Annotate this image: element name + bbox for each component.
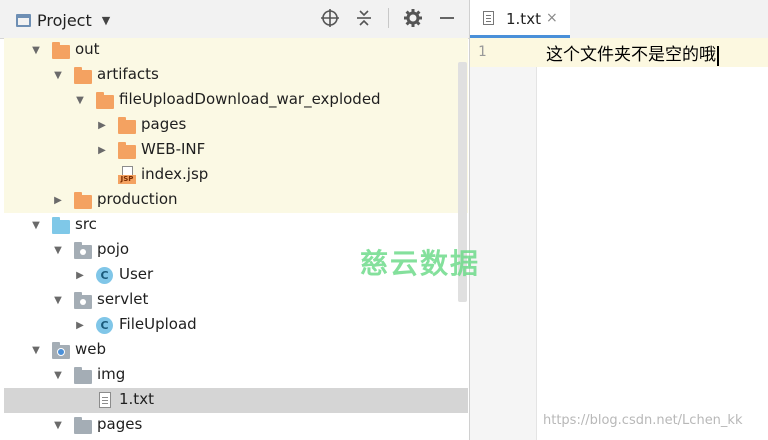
text-file-icon (483, 10, 494, 25)
java-class-icon: C (96, 267, 113, 284)
source-folder-icon (52, 217, 70, 234)
folder-gray-icon (74, 417, 92, 434)
package-icon (74, 242, 92, 259)
tree-row[interactable]: ▼ out (4, 38, 468, 63)
tree-item-label: pages (97, 415, 143, 433)
editor-panel: 1.txt × 1 这个文件夹不是空的哦 (470, 0, 768, 440)
project-view-selector[interactable]: Project ▼ (16, 9, 110, 31)
tree-item-label: servlet (97, 290, 149, 308)
expanded-arrow-icon[interactable]: ▼ (52, 419, 64, 431)
close-tab-icon[interactable]: × (546, 10, 558, 26)
tree-row[interactable]: ▼ web (4, 338, 468, 363)
expanded-arrow-icon[interactable]: ▼ (74, 94, 86, 106)
expanded-arrow-icon[interactable]: ▼ (52, 244, 64, 256)
web-folder-icon (52, 342, 70, 359)
line-text: 这个文件夹不是空的哦 (546, 45, 716, 65)
collapsed-arrow-icon[interactable]: ▶ (96, 144, 108, 156)
dropdown-caret-icon: ▼ (101, 13, 111, 27)
project-title: Project (37, 10, 92, 30)
tree-item-label: User (119, 265, 154, 283)
collapsed-arrow-icon[interactable]: ▶ (74, 269, 86, 281)
collapsed-arrow-icon[interactable]: ▶ (74, 319, 86, 331)
folder-orange-icon (74, 67, 92, 84)
expanded-arrow-icon[interactable]: ▼ (30, 344, 42, 356)
expanded-arrow-icon[interactable]: ▼ (52, 69, 64, 81)
folder-gray-icon (74, 367, 92, 384)
tree-row[interactable]: ▼ src (4, 213, 468, 238)
tree-item-label: fileUploadDownload_war_exploded (119, 90, 381, 108)
tree-row[interactable]: JSP index.jsp (4, 163, 468, 188)
toolbar-separator (388, 8, 389, 28)
text-cursor (717, 45, 719, 66)
collapsed-arrow-icon[interactable]: ▶ (52, 194, 64, 206)
tree-item-label: pages (141, 115, 187, 133)
collapsed-arrow-icon[interactable]: ▶ (96, 119, 108, 131)
minimize-icon[interactable] (437, 8, 457, 28)
tree-row[interactable]: ▶ pages (4, 113, 468, 138)
tree-row[interactable]: ▼ artifacts (4, 63, 468, 88)
crosshair-icon[interactable] (320, 8, 340, 28)
watermark: 慈云数据 (360, 247, 481, 280)
expanded-arrow-icon[interactable]: ▼ (30, 44, 42, 56)
tree-item-label: production (97, 190, 178, 208)
tree-row[interactable]: ▼ fileUploadDownload_war_exploded (4, 88, 468, 113)
tree-row[interactable]: ▼ img (4, 363, 468, 388)
tree-row[interactable]: ▶ production (4, 188, 468, 213)
tree-item-label: web (75, 340, 107, 358)
tree-item-label: index.jsp (141, 165, 209, 183)
expanded-arrow-icon[interactable]: ▼ (52, 369, 64, 381)
tree-row[interactable]: ▶ WEB-INF (4, 138, 468, 163)
tree-row[interactable]: ▼ servlet (4, 288, 468, 313)
project-toolbar: Project ▼ (0, 0, 469, 39)
tab-1-txt[interactable]: 1.txt × (470, 0, 570, 38)
expanded-arrow-icon[interactable]: ▼ (52, 294, 64, 306)
tree-row[interactable]: ▼ pages (4, 413, 468, 438)
package-icon (74, 292, 92, 309)
line-number: 1 (478, 44, 487, 60)
tree-item-label: pojo (97, 240, 130, 258)
editor-tab-bar: 1.txt × (470, 0, 768, 39)
tree-item-label: artifacts (97, 65, 159, 83)
folder-orange-icon (52, 42, 70, 59)
text-file-icon (99, 392, 111, 408)
tree-item-label: FileUpload (119, 315, 197, 333)
source-credit: https://blog.csdn.net/Lchen_kk (543, 413, 743, 428)
folder-orange-icon (118, 117, 136, 134)
tab-label: 1.txt (506, 10, 541, 28)
line-number-gutter (470, 38, 537, 440)
tree-row[interactable]: 1.txt (4, 388, 468, 413)
folder-orange-icon (118, 142, 136, 159)
tree-item-label: WEB-INF (141, 140, 206, 158)
tree-item-label: src (75, 215, 97, 233)
tree-item-label: out (75, 40, 100, 58)
gear-icon[interactable] (403, 8, 423, 28)
jsp-file-icon: JSP (118, 166, 136, 184)
collapse-all-icon[interactable] (354, 8, 374, 28)
folder-orange-icon (74, 192, 92, 209)
tree-item-label: img (97, 365, 126, 383)
java-class-icon: C (96, 317, 113, 334)
project-window-icon (16, 13, 31, 27)
editor-text-area[interactable]: 这个文件夹不是空的哦 (546, 40, 719, 66)
tree-item-label: 1.txt (119, 390, 154, 408)
expanded-arrow-icon[interactable]: ▼ (30, 219, 42, 231)
tree-row[interactable]: ▶ C FileUpload (4, 313, 468, 338)
project-panel: Project ▼ ▼ out ▼ artifacts ▼ fileUploadDownl… (0, 0, 470, 440)
folder-orange-icon (96, 92, 114, 109)
